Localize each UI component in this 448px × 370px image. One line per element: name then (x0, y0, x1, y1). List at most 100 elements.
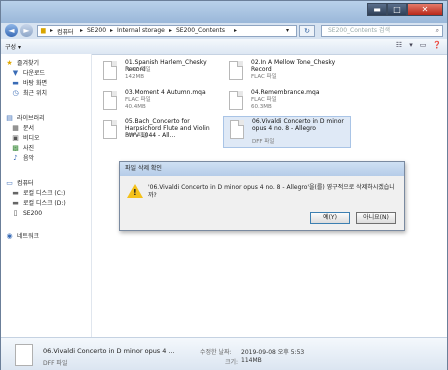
star-icon: ★ (6, 59, 13, 67)
search-input[interactable]: SE200_Contents 검색 ⌕ (321, 25, 443, 37)
sidebar-item-label: 사진 (23, 145, 35, 152)
sidebar-item-label: 바탕 화면 (23, 80, 47, 87)
pictures-icon: ▩ (12, 144, 19, 152)
details-size-label: 크기: (225, 359, 239, 366)
sidebar-item-label: 문서 (23, 125, 35, 132)
file-name: 03.Moment 4 Autumn.mqa (125, 89, 206, 96)
forward-button[interactable]: ► (20, 24, 33, 37)
file-item[interactable]: 02.In A Mellow Tone_Chesky Record FLAC 파… (223, 58, 351, 88)
sidebar-item-label: 로컬 디스크 (D:) (23, 200, 66, 207)
sidebar-item-se200[interactable]: ▯ SE200 (11, 209, 43, 218)
file-type: DFF 파일 (252, 139, 275, 145)
videos-icon: ▣ (12, 134, 19, 142)
sidebar-item-label: 즐겨찾기 (17, 60, 40, 67)
file-item-selected[interactable]: 06.Vivaldi Concerto in D minor opus 4 no… (223, 116, 351, 148)
sidebar-item-label: 비디오 (23, 135, 40, 142)
file-icon (103, 61, 117, 80)
sidebar-item-desktop[interactable]: ▬ 바탕 화면 (11, 79, 47, 88)
file-item[interactable]: 04.Remembrance.mqa FLAC 파일 60.3MB (223, 88, 351, 118)
explorer-window: ▬ □ ✕ ◄ ► ▆ ▸ 컴퓨터 ▸ SE200 ▸ Internal sto… (0, 0, 448, 370)
drive-d-icon: ▬ (12, 199, 19, 207)
sidebar-item-libraries[interactable]: ▤ 라이브러리 (5, 114, 45, 123)
sidebar-item-label: 다운로드 (23, 70, 46, 77)
sidebar-item-pictures[interactable]: ▩ 사진 (11, 144, 34, 153)
close-button[interactable]: ✕ (407, 3, 443, 16)
warning-exclamation-icon: ! (133, 188, 137, 197)
file-size: 60.3MB (251, 104, 272, 110)
details-modified-value: 2019-09-08 오후 5:53 (241, 349, 305, 356)
sidebar-item-downloads[interactable]: ▼ 다운로드 (11, 69, 45, 78)
file-name: 06.Vivaldi Concerto in D minor opus 4 no… (252, 118, 344, 132)
sidebar-item-videos[interactable]: ▣ 비디오 (11, 134, 40, 143)
address-separator: ▸ (80, 27, 84, 34)
file-item[interactable]: 03.Moment 4 Autumn.mqa FLAC 파일 40.4MB (97, 88, 225, 118)
preview-pane-icon[interactable]: ▭ (417, 41, 429, 51)
sidebar-item-label: 음악 (23, 155, 35, 162)
sidebar-item-label: 네트워크 (17, 233, 40, 240)
file-icon (103, 120, 117, 139)
delete-confirm-dialog: 파일 삭제 확인 ! '06.Vivaldi Concerto in D min… (119, 161, 405, 231)
minimize-button[interactable]: ▬ (367, 3, 387, 16)
sidebar-item-documents[interactable]: ▦ 문서 (11, 124, 34, 133)
view-dropdown-icon[interactable]: ▾ (405, 41, 417, 51)
details-file-name: 06.Vivaldi Concerto in D minor opus 4 ..… (43, 347, 175, 355)
sidebar-item-favorites[interactable]: ★ 즐겨찾기 (5, 59, 39, 68)
download-folder-icon: ▼ (12, 69, 19, 77)
sidebar-item-label: 컴퓨터 (17, 180, 34, 187)
computer-icon: ▭ (6, 179, 13, 187)
organize-menu[interactable]: 구성 ▾ (5, 42, 21, 51)
sidebar-item-computer[interactable]: ▭ 컴퓨터 (5, 179, 34, 188)
address-separator: ▸ (169, 27, 173, 34)
file-item[interactable]: 05.Bach_Concerto for Harpsichord Flute a… (97, 117, 225, 147)
recent-places-icon: ◷ (12, 89, 19, 97)
dialog-message: '06.Vivaldi Concerto in D minor opus 4 n… (148, 184, 395, 199)
file-name: 02.In A Mellow Tone_Chesky Record (251, 59, 336, 73)
breadcrumb-se200[interactable]: SE200 (87, 27, 106, 34)
sidebar-item-label: 최근 위치 (23, 90, 47, 97)
address-separator: ▸ (50, 27, 54, 34)
file-item[interactable]: 01.Spanish Harlem_Chesky Record FLAC 파일 … (97, 58, 225, 88)
sidebar-item-label: SE200 (23, 210, 43, 217)
no-button[interactable]: 아니요(N) (356, 212, 396, 224)
help-icon[interactable]: ❓ (431, 41, 443, 51)
address-dropdown-icon[interactable]: ▾ (286, 27, 289, 34)
sidebar-item-music[interactable]: ♪ 음악 (11, 154, 34, 163)
dialog-title: 파일 삭제 확인 (120, 162, 404, 176)
navigation-bar: ◄ ► ▆ ▸ 컴퓨터 ▸ SE200 ▸ Internal storage ▸… (1, 23, 447, 39)
dialog-body: ! '06.Vivaldi Concerto in D minor opus 4… (120, 176, 404, 230)
sidebar-item-drive-d[interactable]: ▬ 로컬 디스크 (D:) (11, 199, 66, 208)
breadcrumb-internal-storage[interactable]: Internal storage (117, 27, 165, 34)
search-icon: ⌕ (435, 27, 439, 34)
command-bar: 구성 ▾ ☷ ▾ ▭ ❓ (1, 39, 447, 55)
yes-button[interactable]: 예(Y) (310, 212, 350, 224)
search-placeholder: SE200_Contents 검색 (328, 27, 390, 34)
selected-file-icon (15, 344, 33, 366)
refresh-button[interactable]: ↻ (299, 25, 315, 37)
file-icon (229, 91, 243, 110)
breadcrumb-computer[interactable]: 컴퓨터 (57, 27, 74, 36)
view-options-icon[interactable]: ☷ (393, 41, 405, 51)
maximize-button[interactable]: □ (387, 3, 407, 16)
address-separator: ▸ (110, 27, 114, 34)
file-size: 40.4MB (125, 104, 146, 110)
file-icon (103, 91, 117, 110)
network-icon: ◉ (6, 232, 13, 240)
breadcrumb-se200-contents[interactable]: SE200_Contents (176, 27, 225, 34)
file-size: 142MB (125, 74, 145, 80)
address-separator: ▸ (234, 27, 238, 34)
navigation-pane: ★ 즐겨찾기 ▼ 다운로드 ▬ 바탕 화면 ◷ 최근 위치 ▤ 라이브러리 ▦ 문서 ▣ 비디… (1, 54, 92, 337)
back-button[interactable]: ◄ (5, 24, 18, 37)
title-bar: ▬ □ ✕ (1, 1, 447, 23)
sidebar-item-drive-c[interactable]: ▬ 로컬 디스크 (C:) (11, 189, 65, 198)
sidebar-item-label: 라이브러리 (17, 115, 45, 122)
folder-icon: ▆ (41, 27, 46, 34)
file-type: DFF 파일 (125, 133, 148, 139)
file-name: 04.Remembrance.mqa (251, 89, 320, 96)
sidebar-item-recent[interactable]: ◷ 최근 위치 (11, 89, 47, 98)
file-type: FLAC 파일 (125, 67, 151, 73)
details-modified-label: 수정한 날짜: (200, 349, 232, 356)
address-bar[interactable]: ▆ ▸ 컴퓨터 ▸ SE200 ▸ Internal storage ▸ SE2… (37, 25, 297, 37)
sidebar-item-network[interactable]: ◉ 네트워크 (5, 232, 39, 241)
details-file-type: DFF 파일 (43, 360, 68, 367)
library-icon: ▤ (6, 114, 13, 122)
